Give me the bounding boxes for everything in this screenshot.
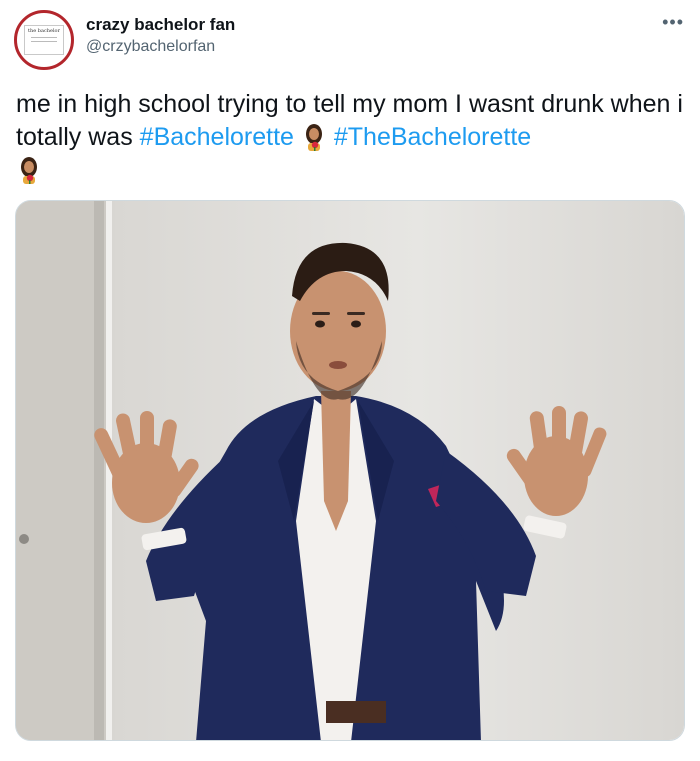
avatar[interactable]: the bachelor (14, 10, 74, 70)
door-handle (19, 534, 29, 544)
tweet: the bachelor crazy bachelor fan @crzybac… (0, 0, 700, 761)
hashtag-thebachelorette[interactable]: #TheBachelorette (334, 123, 531, 151)
display-name[interactable]: crazy bachelor fan (86, 14, 235, 36)
belt (326, 701, 386, 723)
avatar-logo-line (31, 41, 57, 42)
hashtag-bachelorette[interactable]: #Bachelorette (140, 123, 294, 151)
more-options-button[interactable]: ••• (662, 12, 684, 33)
tweet-text: me in high school trying to tell my mom … (16, 88, 688, 187)
tweet-media-photo[interactable] (15, 200, 685, 741)
user-handle[interactable]: @crzybachelorfan (86, 36, 235, 58)
woman-with-rose-emoji-icon (21, 157, 37, 184)
door-frame-edge (94, 201, 104, 740)
photo-illustration (16, 201, 684, 740)
ellipsis-icon: ••• (662, 12, 684, 32)
avatar-logo-card: the bachelor (24, 25, 64, 55)
user-names: crazy bachelor fan @crzybachelorfan (86, 14, 235, 58)
woman-with-rose-emoji-icon (305, 124, 322, 151)
avatar-logo-text: the bachelor (28, 28, 60, 34)
avatar-logo-line (31, 37, 57, 38)
